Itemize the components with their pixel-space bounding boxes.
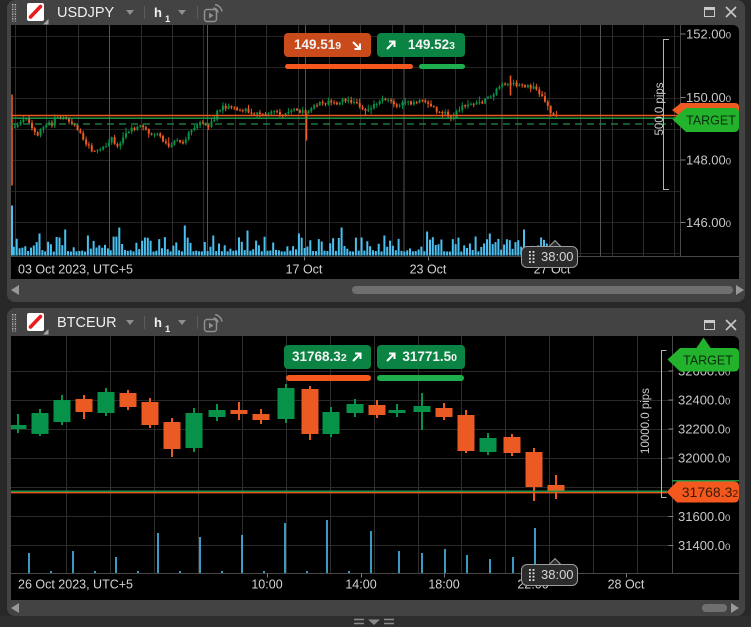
svg-text:03 Oct 2023, UTC+5: 03 Oct 2023, UTC+5 xyxy=(18,263,133,277)
svg-text:14:00: 14:00 xyxy=(345,578,376,592)
svg-text:10000.0 pips: 10000.0 pips xyxy=(640,388,652,454)
svg-text:10:00: 10:00 xyxy=(251,578,282,592)
svg-text:31768.32: 31768.32 xyxy=(682,484,739,500)
svg-text:148.000: 148.000 xyxy=(686,153,731,168)
svg-text:31400.00: 31400.00 xyxy=(678,538,730,553)
svg-text:152.000: 152.000 xyxy=(686,27,731,42)
svg-text:18:00: 18:00 xyxy=(428,578,459,592)
svg-text:23 Oct: 23 Oct xyxy=(410,263,447,277)
svg-text:26 Oct 2023, UTC+5: 26 Oct 2023, UTC+5 xyxy=(18,578,133,592)
svg-text:32200.00: 32200.00 xyxy=(678,422,730,437)
svg-text:TARGET: TARGET xyxy=(686,114,736,128)
svg-text:150.000: 150.000 xyxy=(686,90,731,105)
svg-text:32000.00: 32000.00 xyxy=(678,451,730,466)
svg-text:28 Oct: 28 Oct xyxy=(608,578,645,592)
svg-text:32400.00: 32400.00 xyxy=(678,393,730,408)
svg-text:17 Oct: 17 Oct xyxy=(286,263,323,277)
svg-text:500.0 pips: 500.0 pips xyxy=(654,82,666,135)
svg-text:31600.00: 31600.00 xyxy=(678,509,730,524)
svg-text:146.000: 146.000 xyxy=(686,215,731,230)
svg-text:TARGET: TARGET xyxy=(683,354,733,368)
